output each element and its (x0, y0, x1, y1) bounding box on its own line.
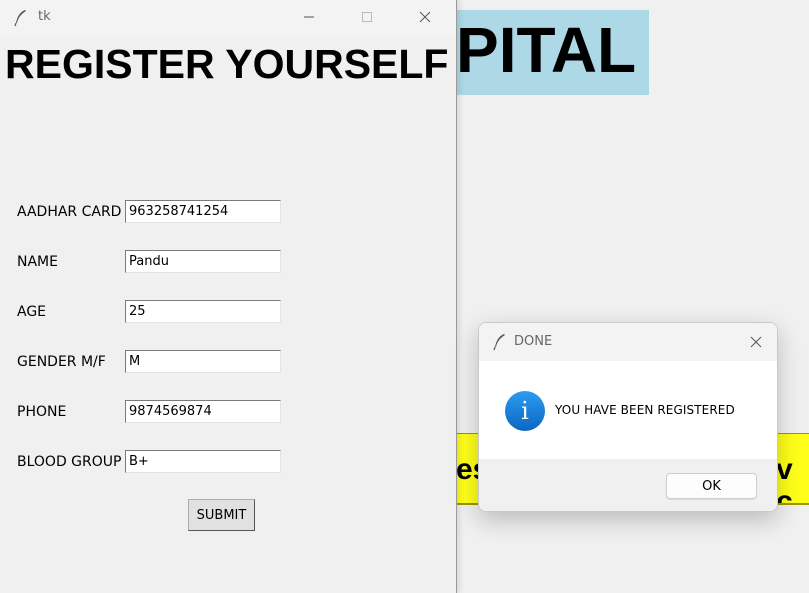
info-icon: i (505, 391, 545, 431)
dialog-titlebar[interactable]: DONE (479, 323, 777, 361)
dialog-message: YOU HAVE BEEN REGISTERED (555, 403, 735, 417)
gender-input[interactable] (125, 350, 281, 373)
age-input[interactable] (125, 300, 281, 323)
close-icon (419, 11, 431, 23)
phone-input[interactable] (125, 400, 281, 423)
ok-button[interactable]: OK (666, 473, 757, 499)
register-window: tk REGISTER YOURSELF AADHAR CARD NO NAME… (0, 0, 457, 593)
done-dialog: DONE i YOU HAVE BEEN REGISTERED OK (478, 322, 778, 512)
feather-icon (14, 10, 26, 27)
gender-label: GENDER M/F (17, 354, 106, 370)
maximize-button[interactable] (338, 0, 396, 34)
dialog-close-button[interactable] (745, 331, 767, 353)
blood-group-input[interactable] (125, 450, 281, 473)
phone-label: PHONE (17, 404, 67, 420)
window-title: tk (38, 9, 51, 24)
dialog-body: i YOU HAVE BEEN REGISTERED (479, 361, 777, 459)
minimize-icon (304, 16, 314, 18)
name-label: NAME (17, 254, 58, 270)
feather-icon (493, 334, 505, 351)
close-button[interactable] (396, 0, 454, 34)
age-label: AGE (17, 304, 47, 320)
page-heading: REGISTER YOURSELF (5, 41, 449, 87)
dialog-title: DONE (514, 334, 553, 349)
aadhar-input[interactable] (125, 200, 281, 223)
blood-group-label: BLOOD GROUP (17, 454, 122, 470)
window-titlebar[interactable]: tk (0, 0, 456, 36)
submit-button[interactable]: SUBMIT (188, 499, 255, 531)
banner-text-right: v c (776, 453, 793, 505)
name-input[interactable] (125, 250, 281, 273)
maximize-icon (362, 12, 372, 22)
aadhar-label: AADHAR CARD NO (17, 204, 124, 220)
minimize-button[interactable] (280, 0, 338, 34)
hospital-title-fragment: PITAL (456, 14, 637, 86)
close-icon (750, 336, 762, 348)
